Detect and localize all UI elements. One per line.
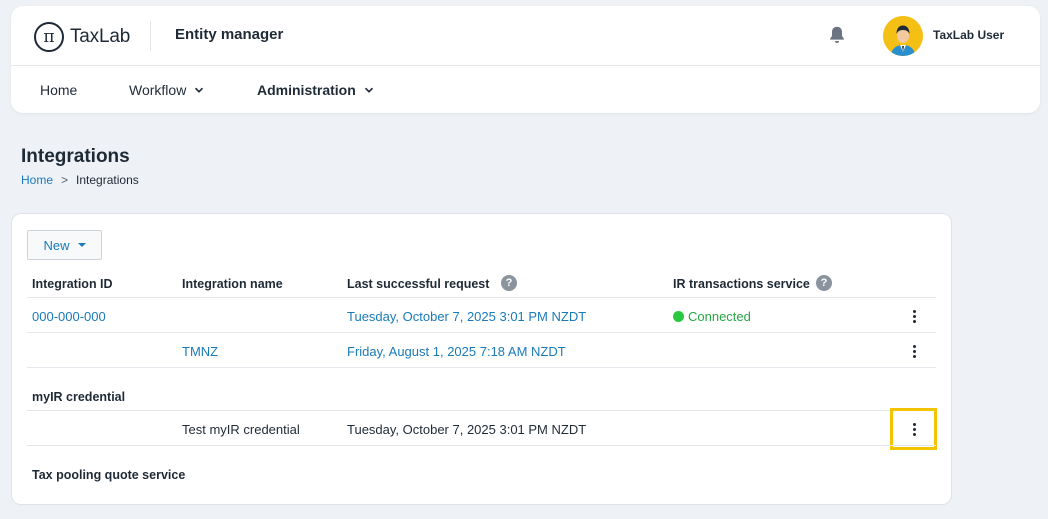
row-divider bbox=[27, 410, 936, 411]
bell-icon[interactable] bbox=[826, 24, 848, 46]
section-label-myir: myIR credential bbox=[32, 390, 126, 404]
nav-workflow-label: Workflow bbox=[129, 82, 187, 98]
row-menu-button[interactable] bbox=[904, 306, 924, 326]
breadcrumb-home-link[interactable]: Home bbox=[21, 173, 53, 187]
avatar-icon bbox=[883, 16, 923, 56]
new-button[interactable]: New bbox=[27, 230, 102, 260]
nav-home[interactable]: Home bbox=[40, 82, 77, 98]
main-nav: Home Workflow Administration bbox=[11, 66, 1040, 113]
app-header: π TaxLab Entity manager TaxLab User Home bbox=[11, 6, 1040, 113]
breadcrumb-current: Integrations bbox=[76, 173, 139, 187]
column-header-integration-id: Integration ID bbox=[32, 277, 113, 291]
last-request-text: Tuesday, October 7, 2025 3:01 PM NZDT bbox=[347, 422, 587, 437]
integrations-card: New Integration ID Integration name Last… bbox=[11, 213, 952, 505]
pi-logo-icon: π bbox=[34, 22, 64, 52]
row-divider bbox=[27, 367, 936, 368]
nav-workflow[interactable]: Workflow bbox=[129, 82, 204, 98]
header-divider bbox=[150, 21, 151, 51]
last-request-link[interactable]: Tuesday, October 7, 2025 3:01 PM NZDT bbox=[347, 309, 586, 324]
integration-id-link[interactable]: 000-000-000 bbox=[32, 309, 106, 324]
nav-administration[interactable]: Administration bbox=[257, 82, 374, 98]
integration-name-link[interactable]: TMNZ bbox=[182, 344, 218, 359]
last-request-link[interactable]: Friday, August 1, 2025 7:18 AM NZDT bbox=[347, 344, 566, 359]
username[interactable]: TaxLab User bbox=[933, 28, 1004, 42]
row-menu-button[interactable] bbox=[904, 419, 924, 439]
nav-home-label: Home bbox=[40, 82, 78, 98]
credential-name: Test myIR credential bbox=[182, 422, 300, 437]
row-divider bbox=[27, 297, 936, 298]
caret-down-icon bbox=[77, 243, 86, 247]
app-title: Entity manager bbox=[175, 26, 284, 43]
taxlab-logo[interactable]: π TaxLab bbox=[34, 22, 130, 52]
row-menu-button[interactable] bbox=[904, 341, 924, 361]
nav-administration-label: Administration bbox=[257, 82, 356, 98]
new-button-label: New bbox=[43, 237, 70, 253]
logo-text: TaxLab bbox=[70, 26, 131, 47]
breadcrumb-separator: > bbox=[61, 173, 69, 187]
user-avatar[interactable] bbox=[883, 16, 923, 56]
section-label-tax-pooling: Tax pooling quote service bbox=[32, 468, 186, 482]
chevron-down-icon bbox=[195, 87, 204, 93]
chevron-down-icon bbox=[364, 87, 373, 93]
row-divider bbox=[27, 332, 936, 333]
row-divider bbox=[27, 445, 936, 446]
help-icon[interactable]: ? bbox=[501, 275, 517, 291]
column-header-integration-name: Integration name bbox=[182, 277, 283, 291]
breadcrumb: Home > Integrations bbox=[21, 173, 139, 187]
status-label: Connected bbox=[688, 309, 751, 324]
page-title: Integrations bbox=[21, 146, 130, 167]
status-dot-icon bbox=[673, 311, 684, 322]
status-badge: Connected bbox=[673, 309, 751, 324]
column-header-ir-service: IR transactions service bbox=[673, 277, 810, 291]
column-header-last-request: Last successful request bbox=[347, 277, 490, 291]
header-top-bar: π TaxLab Entity manager TaxLab User bbox=[11, 6, 1040, 66]
help-icon[interactable]: ? bbox=[816, 275, 832, 291]
